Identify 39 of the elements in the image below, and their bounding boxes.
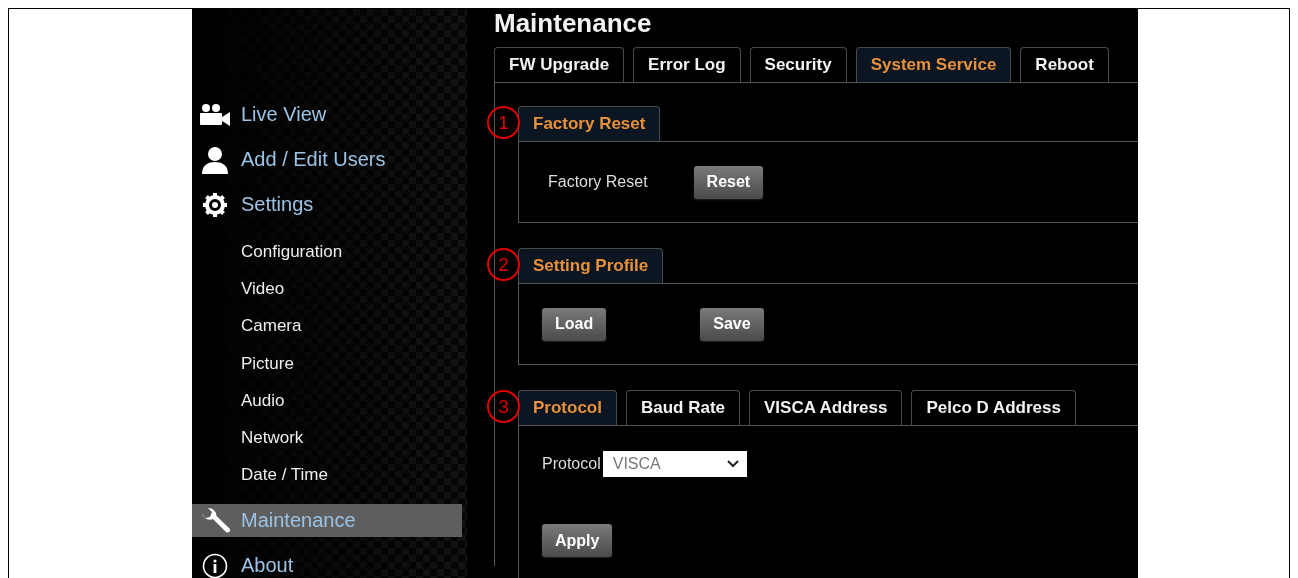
button[interactable]: Load [542, 307, 607, 341]
field-label: Protocol [542, 455, 601, 473]
tab[interactable]: Security [749, 47, 847, 82]
chevron-down-icon [726, 460, 739, 468]
button[interactable]: Save [700, 307, 764, 341]
nav-item[interactable]: Settings [192, 182, 462, 227]
tab[interactable]: System Service [855, 47, 1012, 82]
video-camera-icon [199, 103, 231, 126]
submenu-item[interactable]: Audio [192, 382, 467, 420]
tab[interactable]: Factory Reset [518, 106, 661, 141]
nav-item[interactable]: About [192, 543, 462, 578]
submenu-item[interactable]: Network [192, 419, 467, 457]
field-label: Factory Reset [548, 173, 648, 191]
callout-number: 3 [487, 390, 520, 423]
nav-item[interactable]: Add / Edit Users [192, 137, 462, 182]
submenu-item[interactable]: Picture [192, 344, 467, 383]
page-title: Maintenance [494, 9, 653, 40]
button[interactable]: Reset [693, 165, 764, 199]
nav-item[interactable]: Live View [192, 92, 462, 137]
info-icon [202, 552, 228, 578]
tab[interactable]: Pelco D Address [911, 390, 1076, 425]
person-icon [201, 145, 229, 174]
submenu-item[interactable]: Camera [192, 307, 467, 345]
submenu-item[interactable]: Video [192, 270, 467, 308]
submenu-item[interactable]: Configuration [192, 233, 467, 271]
tab[interactable]: Reboot [1020, 47, 1109, 82]
tab[interactable]: Protocol [518, 390, 617, 425]
tab[interactable]: Baud Rate [625, 390, 741, 425]
protocol-select[interactable]: VISCA [602, 451, 747, 477]
settings-icon [202, 191, 228, 218]
tab[interactable]: Setting Profile [518, 248, 664, 283]
tab[interactable]: VISCA Address [749, 390, 903, 425]
tab[interactable]: FW Upgrade [494, 47, 625, 82]
callout-number: 2 [487, 248, 520, 281]
callout-number: 1 [487, 106, 520, 139]
tab[interactable]: Error Log [633, 47, 741, 82]
button[interactable]: Apply [542, 524, 613, 557]
nav-item[interactable]: Maintenance [192, 504, 462, 538]
submenu-item[interactable]: Date / Time [192, 456, 467, 495]
